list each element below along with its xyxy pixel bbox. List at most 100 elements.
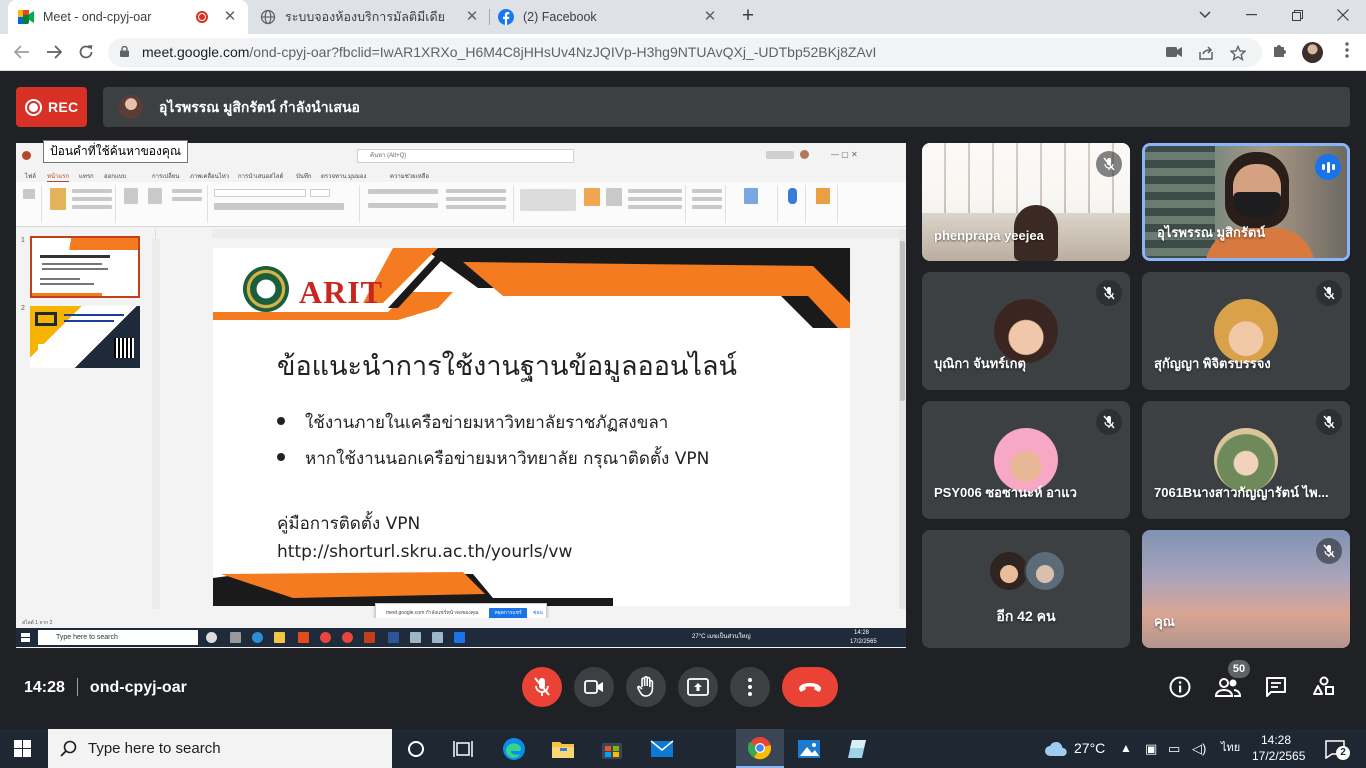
- pp-tab-view: มุมมอง: [348, 174, 367, 180]
- close-tab-icon[interactable]: ✕: [702, 9, 718, 25]
- presenter-taskbar: Type here to search 27°C เมฆเป็นส่วนใหญ่…: [16, 628, 906, 647]
- record-icon: [25, 98, 42, 116]
- extensions-puzzle-icon[interactable]: [1270, 42, 1290, 62]
- url-path: /ond-cpyj-oar?fbclid=IwAR1XRXo_H6M4C8jHH…: [249, 44, 877, 60]
- ribbon-group-paragraph: [362, 185, 514, 223]
- mail-icon[interactable]: [649, 736, 675, 762]
- close-tab-icon[interactable]: ✕: [222, 9, 238, 25]
- photos-icon[interactable]: [796, 736, 822, 762]
- participant-tile[interactable]: phenprapa yeejea: [922, 143, 1130, 261]
- task-view-icon[interactable]: [450, 736, 476, 762]
- inner-word-icon: [388, 632, 399, 643]
- leave-call-button[interactable]: [782, 667, 838, 707]
- participant-tile[interactable]: บุณิกา จันทร์เกตุ: [922, 272, 1130, 390]
- speaking-indicator-icon: [1315, 154, 1341, 180]
- notifications-icon[interactable]: 2: [1322, 736, 1350, 762]
- chat-button[interactable]: [1263, 674, 1289, 700]
- participant-tile[interactable]: PSY006 ซอซานะห์ อาแว: [922, 401, 1130, 519]
- address-bar[interactable]: meet.google.com/ond-cpyj-oar?fbclid=IwAR…: [108, 38, 1262, 67]
- taskbar-search-box[interactable]: Type here to search: [48, 729, 392, 768]
- participant-count-badge: 50: [1228, 660, 1250, 678]
- more-vertical-icon[interactable]: [1337, 42, 1357, 62]
- inner-search-box: Type here to search: [38, 630, 198, 645]
- participant-tile[interactable]: อุไรพรรณ มูสิกรัตน์: [1142, 143, 1350, 261]
- close-tab-icon[interactable]: ✕: [464, 9, 480, 25]
- powerpoint-autosave-icon: [22, 151, 31, 160]
- windows-start-icon[interactable]: [14, 740, 31, 757]
- camera-toggle-button[interactable]: [574, 667, 614, 707]
- tray-chevron-icon[interactable]: ▲: [1120, 729, 1132, 768]
- meeting-info-button[interactable]: [1167, 674, 1193, 700]
- minimize-window-icon[interactable]: [1228, 0, 1274, 30]
- reload-icon[interactable]: [73, 39, 99, 65]
- vertical-ruler: [152, 239, 160, 609]
- mic-off-icon: [1096, 151, 1122, 177]
- camera-icon: [584, 680, 603, 694]
- mic-off-icon: [1316, 280, 1342, 306]
- restore-window-icon[interactable]: [1274, 0, 1320, 30]
- chrome-taskbar-icon[interactable]: [736, 729, 784, 768]
- share-icon[interactable]: [1198, 45, 1214, 61]
- recording-button[interactable]: REC: [16, 87, 87, 127]
- network-icon[interactable]: ▣: [1145, 729, 1157, 768]
- new-tab-button[interactable]: +: [737, 5, 759, 27]
- inner-app-icon: [410, 632, 421, 643]
- inner-clock-date: 17/2/2565: [850, 639, 877, 645]
- forward-arrow-icon[interactable]: [41, 39, 67, 65]
- others-tile[interactable]: อีก 42 คน: [922, 530, 1130, 648]
- language-indicator[interactable]: ไทย: [1221, 729, 1240, 768]
- camera-in-use-icon[interactable]: [1166, 45, 1182, 61]
- cortana-icon[interactable]: [403, 736, 429, 762]
- participant-tile[interactable]: 7061Bนางสาวกัญญารัตน์ ไพ...: [1142, 401, 1350, 519]
- tab-facebook[interactable]: (2) Facebook ✕: [488, 0, 728, 34]
- present-screen-button[interactable]: [678, 667, 718, 707]
- back-arrow-icon[interactable]: [9, 39, 35, 65]
- inner-taskview-icon: [230, 632, 241, 643]
- inner-app-icon: [432, 632, 443, 643]
- bullet-text: หากใช้งานนอกเครือข่ายมหาวิทยาลัย กรุณาติ…: [305, 449, 710, 469]
- present-screen-icon: [687, 678, 709, 696]
- browser-toolbar: meet.google.com/ond-cpyj-oar?fbclid=IwAR…: [0, 34, 1366, 71]
- participant-name: PSY006 ซอซานะห์ อาแว: [934, 485, 1077, 500]
- ribbon-group-adobe: [728, 185, 778, 223]
- microphone-toggle-button[interactable]: [522, 667, 562, 707]
- participant-name: สุกัญญา พิจิตรบรรจง: [1154, 356, 1271, 371]
- profile-avatar[interactable]: [1302, 42, 1323, 63]
- slide-thumbnail-1[interactable]: [30, 236, 140, 298]
- inner-cortana-icon: [206, 632, 217, 643]
- tab-title: Meet - ond-cpyj-oar: [43, 10, 152, 24]
- edge-icon[interactable]: [501, 736, 527, 762]
- tab-search-chevron-icon[interactable]: [1182, 0, 1228, 30]
- mic-off-icon: [1316, 409, 1342, 435]
- url-text: meet.google.com/ond-cpyj-oar?fbclid=IwAR…: [142, 38, 876, 67]
- slide-thumbnail-2[interactable]: [30, 306, 140, 368]
- activities-button[interactable]: [1311, 674, 1337, 700]
- slide-bullet: ใช้งานภายในเครือข่ายมหาวิทยาลัยราชภัฏสงข…: [277, 409, 668, 436]
- presenter-text: อุไรพรรณ มูสิกรัตน์ กำลังนำเสนอ: [159, 99, 360, 115]
- volume-icon[interactable]: ◁): [1192, 729, 1206, 768]
- app-icon[interactable]: [844, 736, 870, 762]
- display-icon[interactable]: ▭: [1168, 729, 1180, 768]
- self-tile[interactable]: คุณ: [1142, 530, 1350, 648]
- close-window-icon[interactable]: [1320, 0, 1366, 30]
- bookmark-star-icon[interactable]: [1229, 44, 1247, 61]
- store-icon[interactable]: [599, 736, 625, 762]
- window-blinds-background: [922, 143, 1130, 213]
- slide-number: 1: [21, 237, 25, 244]
- slide-scrollbar[interactable]: [899, 229, 906, 609]
- tab-meet[interactable]: Meet - ond-cpyj-oar ✕: [8, 0, 248, 34]
- inner-edge-icon: [252, 632, 263, 643]
- pp-tab-home: หน้าแรก: [47, 171, 70, 182]
- taskbar-clock[interactable]: 14:28 17/2/2565: [1252, 732, 1305, 764]
- participant-tile[interactable]: สุกัญญา พิจิตรบรรจง: [1142, 272, 1350, 390]
- inner-explorer-icon: [274, 632, 285, 643]
- tab-booking[interactable]: ระบบจองห้องบริการมัลติมีเดีย ✕: [250, 0, 490, 34]
- facebook-icon: [498, 9, 514, 25]
- pp-ribbon: [16, 182, 906, 227]
- university-seal-logo: [243, 266, 289, 312]
- slide-title: ข้อแนะนำการใช้งานฐานข้อมูลออนไลน์: [277, 351, 737, 382]
- presenter-banner: อุไรพรรณ มูสิกรัตน์ กำลังนำเสนอ: [103, 87, 1350, 127]
- raise-hand-button[interactable]: [626, 667, 666, 707]
- file-explorer-icon[interactable]: [550, 736, 576, 762]
- more-options-button[interactable]: [730, 667, 770, 707]
